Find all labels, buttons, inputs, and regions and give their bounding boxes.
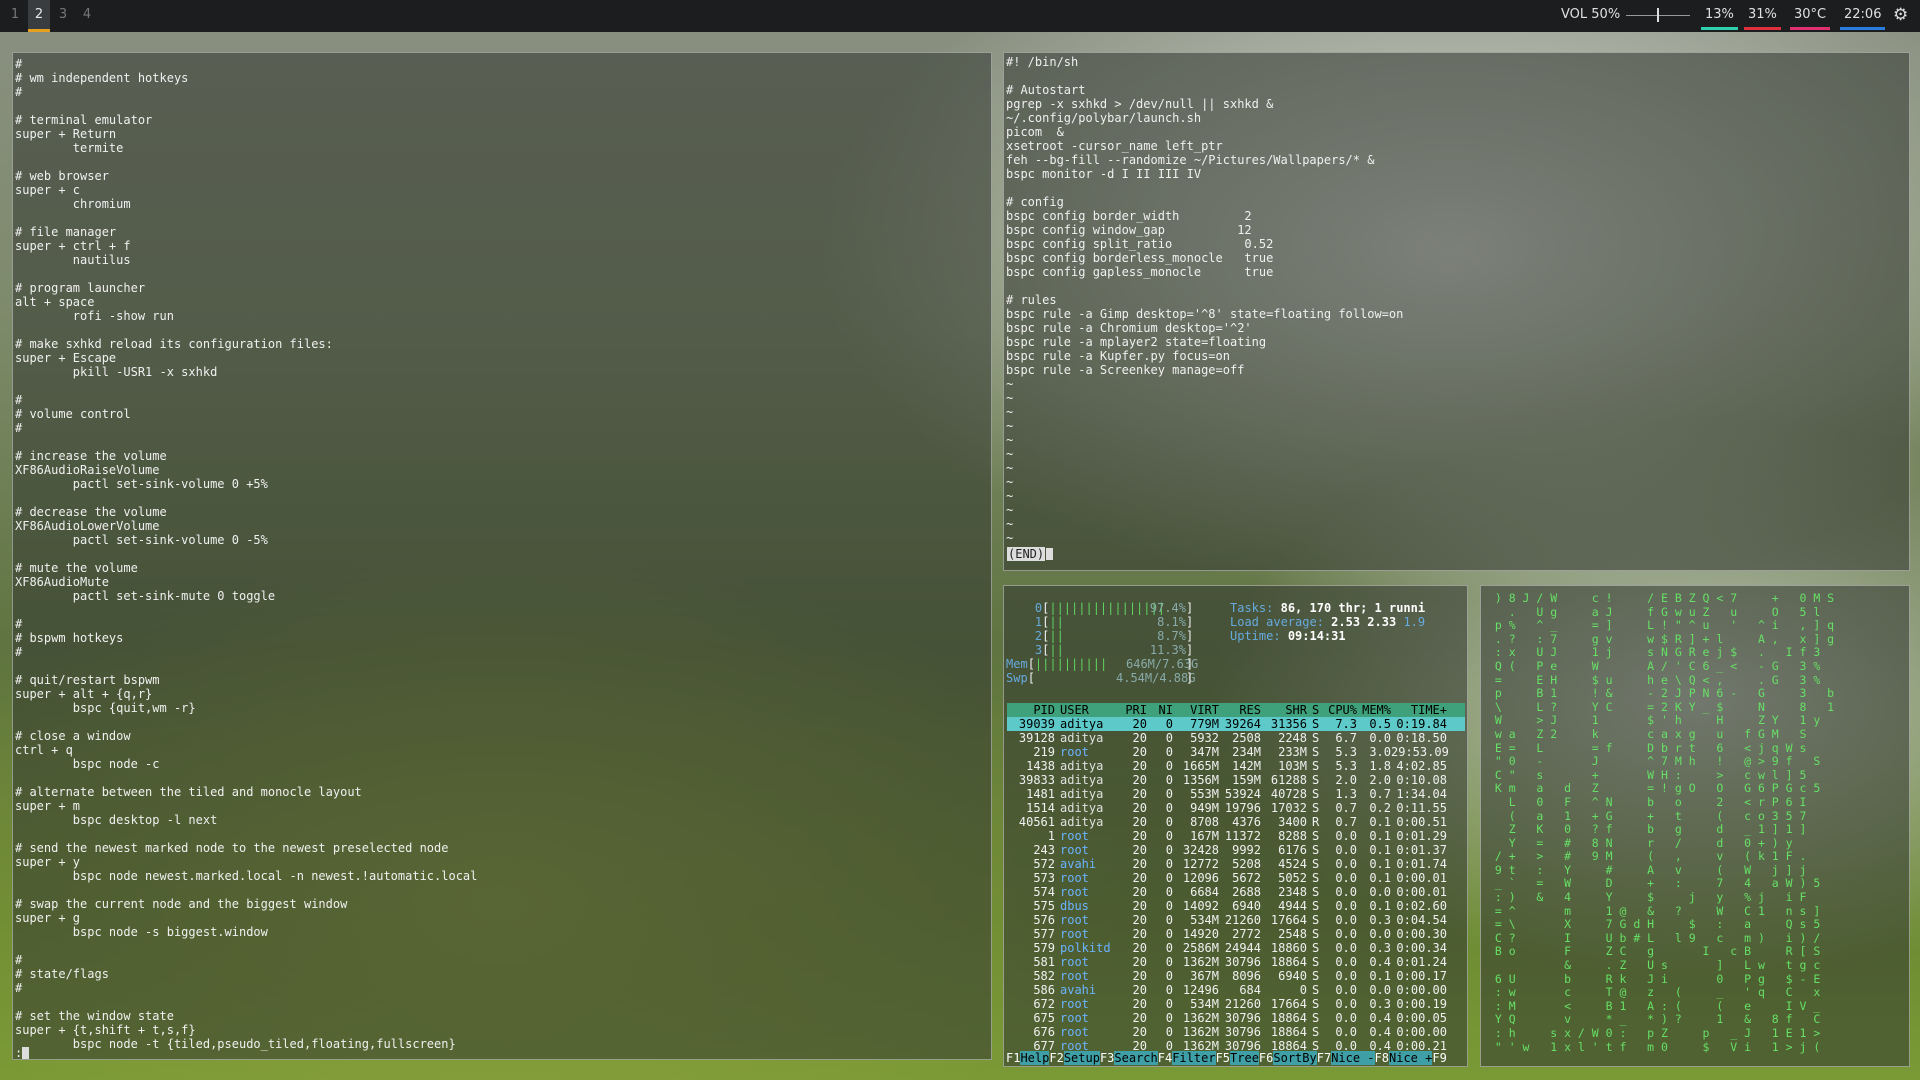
status-module-3: 22:06	[1840, 0, 1886, 32]
cursor-block	[22, 1047, 30, 1059]
status-module-1: 31%	[1744, 0, 1781, 32]
table-row[interactable]: 39833 aditya 20 0 1356M 159M 61288 S 2.0 2.0 0:10.…	[1007, 773, 1465, 787]
sxhkdrc-text: # # wm independent hotkeys # # terminal …	[15, 57, 478, 1051]
terminal-cmatrix[interactable]: ) 8 J / W c ! / E B Z Q < 7 + 0 M S . U …	[1480, 585, 1910, 1067]
fkey-label[interactable]: SortBy	[1273, 1051, 1317, 1065]
fkey-label[interactable]: Search	[1114, 1051, 1158, 1065]
workspace-1[interactable]: 1	[4, 0, 26, 32]
fkey-label[interactable]: Help	[1020, 1051, 1050, 1065]
workspace-4[interactable]: 4	[76, 0, 98, 32]
fkey-f8[interactable]: F8	[1375, 1051, 1389, 1065]
table-row[interactable]: 577 root 20 0 14920 2772 2548 S 0.0 0.0 0:00.30	[1007, 927, 1465, 941]
end-marker: (END)	[1007, 547, 1046, 561]
fkey-f9[interactable]: F9	[1432, 1051, 1446, 1065]
fkey-f4[interactable]: F4	[1158, 1051, 1172, 1065]
table-row[interactable]: 574 root 20 0 6684 2688 2348 S 0.0 0.0 0:00.01	[1007, 885, 1465, 899]
workspace-2[interactable]: 2	[28, 0, 50, 32]
fkey-label[interactable]: Nice -	[1331, 1051, 1375, 1065]
table-row[interactable]: 219 root 20 0 347M 234M 233M S 5.3 3.0 29:53.09	[1007, 745, 1465, 759]
table-row[interactable]: 1514 aditya 20 0 949M 19796 17032 S 0.7 0.2 0:11.5…	[1007, 801, 1465, 815]
gear-icon[interactable]: ⚙	[1893, 6, 1911, 24]
fkey-f2[interactable]: F2	[1049, 1051, 1063, 1065]
table-row[interactable]: 676 root 20 0 1362M 30796 18864 S 0.0 0.4 0:00.00	[1007, 1025, 1465, 1039]
fkey-f7[interactable]: F7	[1317, 1051, 1331, 1065]
fkey-label[interactable]: Setup	[1063, 1051, 1100, 1065]
table-row[interactable]: 40561 aditya 20 0 8708 4376 3400 R 0.7 0.1 0:00.51	[1007, 815, 1465, 829]
table-row[interactable]: 572 avahi 20 0 12772 5208 4524 S 0.0 0.1 0:01.74	[1007, 857, 1465, 871]
table-row[interactable]: 1 root 20 0 167M 11372 8288 S 0.0 0.1 0:01.29	[1007, 829, 1465, 843]
status-module-2: 30°C	[1790, 0, 1831, 32]
status-module-underline	[1790, 27, 1831, 30]
fkey-label[interactable]: Tree	[1230, 1051, 1259, 1065]
workspace-3[interactable]: 3	[52, 0, 74, 32]
matrix-rain: ) 8 J / W c ! / E B Z Q < 7 + 0 M S . U …	[1494, 591, 1835, 1054]
table-row[interactable]: 575 dbus 20 0 14092 6940 4944 S 0.0 0.1 0:02.60	[1007, 899, 1465, 913]
polybar: 1234 VOL 50% 13% 31% 30°C 22:06 ⚙	[0, 0, 1920, 32]
fkey-f3[interactable]: F3	[1100, 1051, 1114, 1065]
table-row[interactable]: 586 avahi 20 0 12496 684 0 S 0.0 0.0 0:00.00	[1007, 983, 1465, 997]
pager-end: (END)	[1007, 547, 1054, 561]
process-table: PID USER PRI NI VIRT RES SHR S CPU% MEM% TIME+ 3903…	[1007, 703, 1465, 1053]
status-module-underline	[1744, 27, 1781, 30]
fkey-f5[interactable]: F5	[1216, 1051, 1230, 1065]
cpu-meter-3: 3[|| 11.3%]	[1006, 643, 1194, 657]
terminal-sxhkdrc[interactable]: # # wm independent hotkeys # # terminal …	[12, 52, 992, 1060]
table-row[interactable]: 1438 aditya 20 0 1665M 142M 103M S 5.3 1.8 4:02.85	[1007, 759, 1465, 773]
status-module-underline	[1840, 27, 1886, 30]
cursor-block	[1046, 548, 1054, 560]
function-key-bar: F1HelpF2SetupF3SearchF4FilterF5TreeF6Sor…	[1006, 1051, 1466, 1065]
mem-meter: Mem[|||||||||| 646M/7.63G]	[1006, 657, 1199, 671]
table-row[interactable]: 573 root 20 0 12096 5672 5052 S 0.0 0.1 0:00.01	[1007, 871, 1465, 885]
status-module-0: 13%	[1701, 0, 1738, 32]
table-row[interactable]: 675 root 20 0 1362M 30796 18864 S 0.0 0.4 0:00.05	[1007, 1011, 1465, 1025]
table-row[interactable]: 243 root 20 0 32428 9992 6176 S 0.0 0.1 0:01.37	[1007, 843, 1465, 857]
table-row[interactable]: 582 root 20 0 367M 8096 6940 S 0.0 0.1 0:00.17	[1007, 969, 1465, 983]
fkey-f1[interactable]: F1	[1006, 1051, 1020, 1065]
table-row[interactable]: 579 polkitd 20 0 2586M 24944 18860 S 0.0 0.3 0:00.…	[1007, 941, 1465, 955]
fkey-label[interactable]: Nice +	[1389, 1051, 1433, 1065]
htop-summary: Tasks: 86, 170 thr; 1 runni Load average…	[1230, 601, 1426, 643]
fkey-label[interactable]: Filter	[1172, 1051, 1216, 1065]
table-row[interactable]: 672 root 20 0 534M 21260 17664 S 0.0 0.3 0:00.19	[1007, 997, 1465, 1011]
table-row[interactable]: 581 root 20 0 1362M 30796 18864 S 0.0 0.4 0:01.24	[1007, 955, 1465, 969]
fkey-f6[interactable]: F6	[1259, 1051, 1273, 1065]
bspwmrc-text: #! /bin/sh # Autostart pgrep -x sxhkd > …	[1006, 55, 1404, 545]
table-row[interactable]: 1481 aditya 20 0 553M 53924 40728 S 1.3 0.7 1:34.0…	[1007, 787, 1465, 801]
pager-prompt[interactable]: :	[15, 1046, 35, 1060]
terminal-htop[interactable]: 0[|||||||||||||||| 97.4%] 1[|| 8.1%] 2[|| 8…	[1003, 585, 1468, 1067]
table-header: PID USER PRI NI VIRT RES SHR S CPU% MEM% TIME+	[1007, 703, 1465, 717]
volume-slider-knob[interactable]	[1657, 8, 1659, 22]
status-module-underline	[1701, 27, 1738, 30]
swap-meter: Swp[4.54M/4.88G]	[1006, 671, 1196, 685]
table-row[interactable]: 39039 aditya 20 0 779M 39264 31356 S 7.3 0.5 0:19.…	[1007, 717, 1465, 731]
table-row[interactable]: 576 root 20 0 534M 21260 17664 S 0.0 0.3 0:04.54	[1007, 913, 1465, 927]
table-row[interactable]: 39128 aditya 20 0 5932 2508 2248 S 6.7 0.0 0:18.50	[1007, 731, 1465, 745]
prompt-text: :	[15, 1046, 23, 1060]
terminal-bspwmrc[interactable]: #! /bin/sh # Autostart pgrep -x sxhkd > …	[1003, 52, 1910, 571]
volume-label[interactable]: VOL 50%	[1561, 0, 1620, 32]
